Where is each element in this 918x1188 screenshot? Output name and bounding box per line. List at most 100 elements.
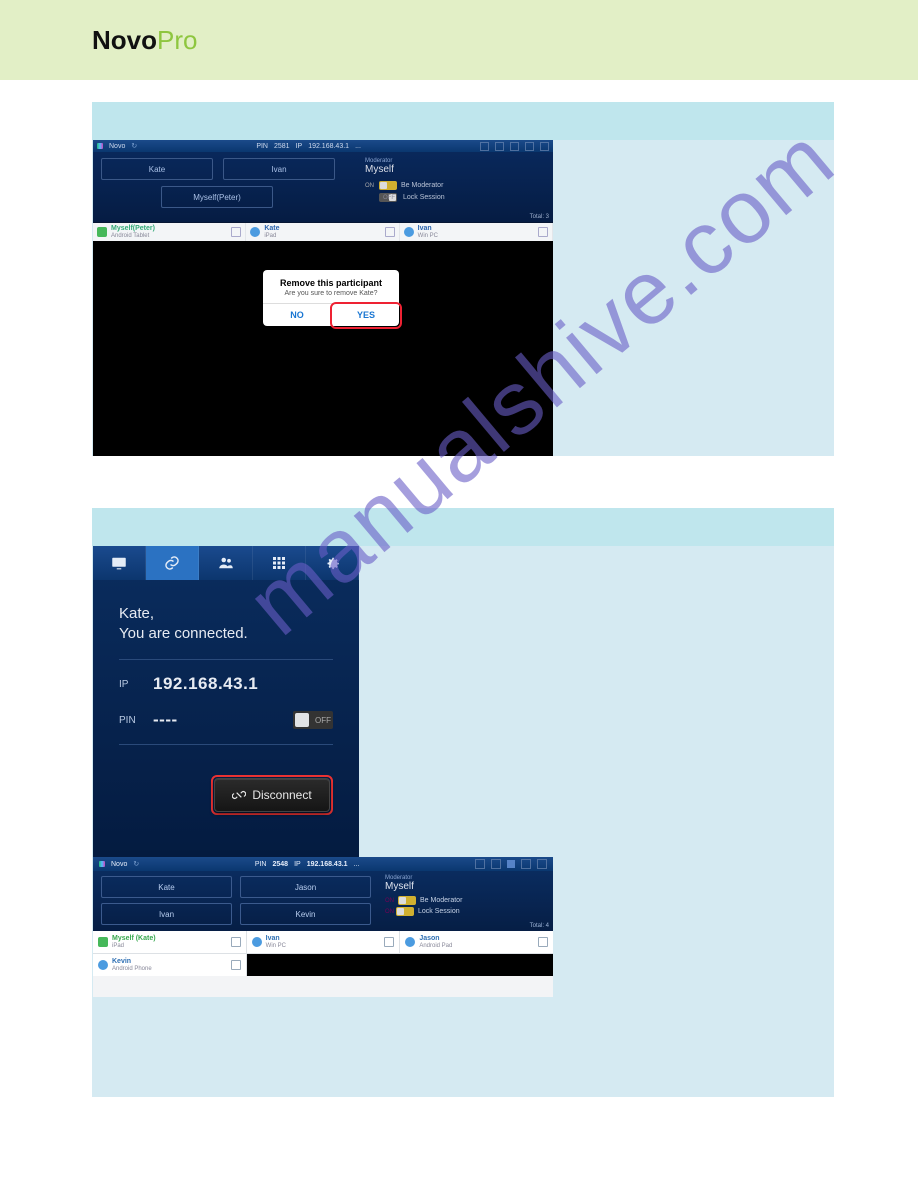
slot-2[interactable]: Jason	[240, 876, 371, 898]
participant-name: Myself(Peter)	[111, 225, 155, 232]
participant-name: Ivan	[266, 935, 280, 942]
greeting-name: Kate,	[119, 604, 333, 624]
screenshot-connected: Kate, You are connected. IP 192.168.43.1…	[93, 546, 359, 857]
dialog-yes-button[interactable]: YES	[332, 304, 400, 327]
disconnect-button[interactable]: Disconnect	[214, 778, 330, 812]
avatar-icon	[98, 960, 108, 970]
tab-connection[interactable]	[146, 546, 199, 580]
slot-2[interactable]: Ivan	[223, 158, 335, 180]
be-moderator-toggle[interactable]	[398, 896, 416, 905]
present-icon[interactable]	[385, 227, 395, 237]
moderator-name: Myself	[365, 164, 547, 175]
section-2c-left-cell	[92, 997, 570, 1097]
participant-list: Myself (Kate)iPad IvanWin PC JasonAndroi…	[93, 931, 553, 976]
screenshot-lock-session: Novo ↻ PIN 2548 IP 192.168.43.1 ...	[93, 857, 553, 997]
group-icon[interactable]	[507, 860, 515, 868]
top-bar[interactable]: Novo ↻ PIN 2581 IP 192.168.43.1 ...	[93, 140, 553, 152]
screen-icon[interactable]	[475, 859, 485, 869]
dialog-yes-highlight: YES	[330, 302, 402, 329]
ip-label: IP	[119, 679, 153, 690]
participant-name: Ivan	[418, 225, 432, 232]
tab-grid[interactable]	[253, 546, 306, 580]
refresh-icon[interactable]: ↻	[131, 142, 137, 150]
list-item[interactable]: Myself(Peter)Android Tablet	[93, 223, 246, 241]
participant-device: iPad	[264, 233, 276, 239]
remove-dialog: Remove this participant Are you sure to …	[263, 270, 399, 326]
participant-device: Android Phone	[112, 966, 152, 972]
total-label: Total:	[530, 214, 544, 220]
list-item[interactable]: Myself (Kate)iPad	[93, 931, 246, 953]
group-icon	[217, 554, 235, 572]
lock-session-label: Lock Session	[403, 194, 445, 201]
pin-value: 2581	[274, 143, 290, 150]
on-label-2: ON	[385, 909, 394, 915]
novo-icon	[99, 861, 105, 867]
tab-present[interactable]	[93, 546, 146, 580]
be-moderator-toggle[interactable]	[379, 181, 397, 190]
avatar-icon	[405, 937, 415, 947]
tab-group[interactable]	[199, 546, 252, 580]
section-1-header-left	[92, 102, 570, 140]
gear-icon	[323, 554, 341, 572]
logo-pro: Pro	[157, 25, 197, 55]
greeting-status: You are connected.	[119, 624, 333, 644]
avatar-icon	[98, 937, 108, 947]
present-icon[interactable]	[384, 937, 394, 947]
screen-icon[interactable]	[480, 142, 489, 151]
tab-settings[interactable]	[306, 546, 359, 580]
slot-3[interactable]: Myself(Peter)	[161, 186, 273, 208]
section-2b-right-cell	[570, 857, 834, 997]
gear-icon[interactable]	[540, 142, 549, 151]
refresh-icon[interactable]: ↻	[133, 860, 139, 868]
present-icon[interactable]	[231, 960, 241, 970]
grid-icon[interactable]	[521, 859, 531, 869]
more-icon[interactable]: ...	[355, 143, 361, 150]
section-1-header-right	[570, 102, 834, 140]
slot-1[interactable]: Kate	[101, 876, 232, 898]
list-item[interactable]: IvanWin PC	[400, 223, 553, 241]
participant-device: Win PC	[418, 233, 438, 239]
document-header: NovoPro	[0, 0, 918, 80]
pin-label: PIN	[119, 715, 153, 726]
broken-link-icon	[232, 788, 246, 802]
pin-label: PIN	[256, 143, 268, 150]
dialog-no-button[interactable]: NO	[263, 304, 331, 326]
present-icon[interactable]	[538, 227, 548, 237]
participant-name: Kevin	[112, 958, 131, 965]
present-icon[interactable]	[538, 937, 548, 947]
pin-toggle[interactable]: OFF	[293, 711, 333, 729]
off-label: OFF	[383, 195, 395, 201]
section-2: Kate, You are connected. IP 192.168.43.1…	[92, 508, 834, 1097]
grid-icon[interactable]	[525, 142, 534, 151]
group-icon[interactable]	[510, 142, 519, 151]
slot-4[interactable]: Kevin	[240, 903, 371, 925]
participant-name: Myself (Kate)	[112, 935, 156, 942]
slot-3[interactable]: Ivan	[101, 903, 232, 925]
more-icon[interactable]: ...	[354, 861, 360, 868]
moderator-name: Myself	[385, 881, 547, 892]
top-bar[interactable]: Novo ↻ PIN 2548 IP 192.168.43.1 ...	[93, 857, 553, 871]
link-icon	[163, 554, 181, 572]
link-icon[interactable]	[491, 859, 501, 869]
ip-value: 192.168.43.1	[308, 143, 349, 150]
list-item[interactable]: KevinAndroid Phone	[93, 954, 246, 976]
total-value: 4	[546, 923, 549, 929]
list-empty-area	[247, 954, 553, 976]
app-title: Novo	[109, 143, 125, 150]
present-icon[interactable]	[231, 937, 241, 947]
list-item[interactable]: JasonAndroid Pad	[400, 931, 553, 953]
participant-device: Win PC	[266, 943, 286, 949]
link-icon[interactable]	[495, 142, 504, 151]
slot-1[interactable]: Kate	[101, 158, 213, 180]
section-2a-right-cell	[570, 546, 834, 857]
on-label: ON	[385, 898, 394, 904]
ip-label: IP	[296, 143, 303, 150]
list-item[interactable]: IvanWin PC	[247, 931, 400, 953]
present-icon[interactable]	[231, 227, 241, 237]
section-1: Novo ↻ PIN 2581 IP 192.168.43.1 ...	[92, 102, 834, 456]
lock-session-toggle[interactable]	[396, 907, 414, 916]
participant-device: iPad	[112, 943, 124, 949]
be-moderator-label: Be Moderator	[420, 897, 462, 904]
list-item[interactable]: KateiPad	[246, 223, 399, 241]
gear-icon[interactable]	[537, 859, 547, 869]
